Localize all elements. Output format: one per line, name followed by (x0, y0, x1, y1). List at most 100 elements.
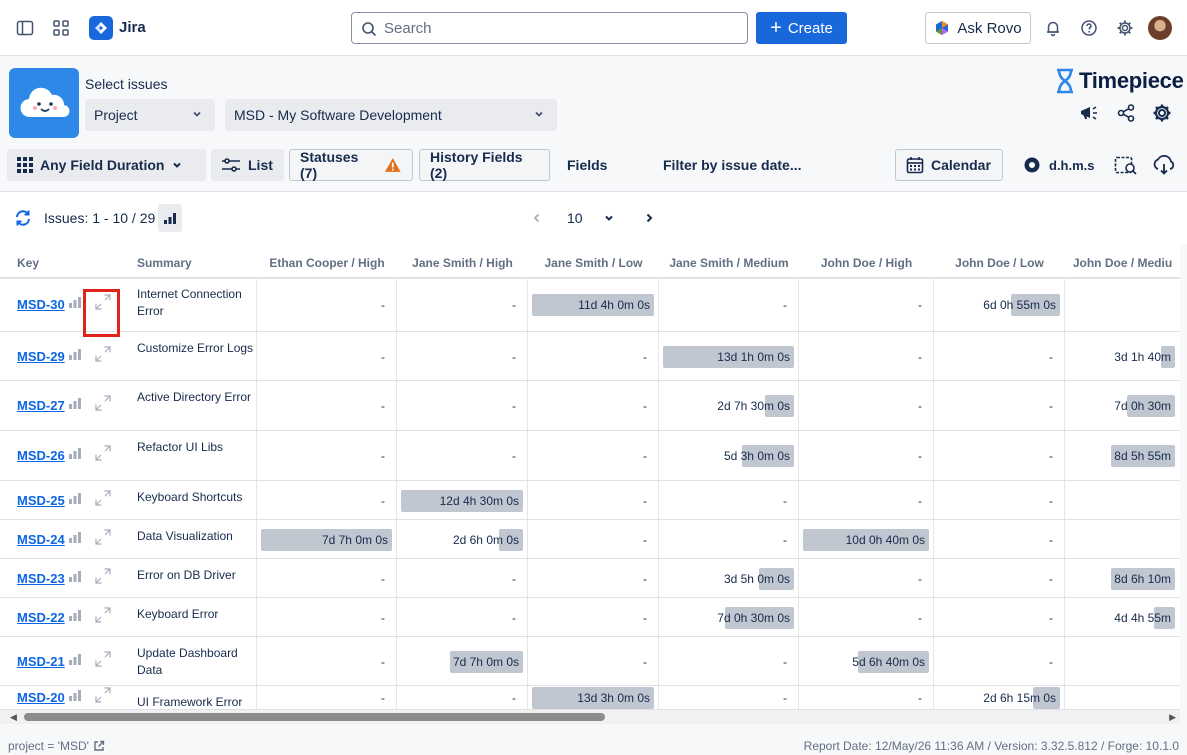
empty-duration-cell: - (512, 572, 516, 586)
column-header[interactable]: Jane Smith / Low (528, 256, 659, 276)
chevron-left-icon[interactable] (531, 212, 543, 224)
report-type-dropdown[interactable]: Any Field Duration (7, 149, 206, 181)
settings-gear-icon[interactable] (1113, 16, 1137, 40)
issue-key-link[interactable]: MSD-30 (17, 297, 65, 312)
app-switcher-icon[interactable] (49, 16, 73, 40)
issue-key-link[interactable]: MSD-22 (17, 610, 65, 625)
expand-icon[interactable] (94, 528, 112, 551)
list-view-button[interactable]: List (211, 149, 284, 181)
project-dropdown[interactable]: MSD - My Software Development (225, 99, 557, 131)
scroll-right-arrow-icon[interactable]: ▶ (1169, 712, 1176, 723)
bar-chart-icon[interactable] (68, 608, 82, 626)
column-header[interactable]: John Doe / Mediu (1065, 256, 1180, 276)
expand-icon[interactable] (94, 444, 112, 467)
issue-key-link[interactable]: MSD-21 (17, 654, 65, 669)
page-size-value[interactable]: 10 (567, 210, 583, 226)
history-fields-button[interactable]: History Fields (2) (419, 149, 550, 181)
issue-key-link[interactable]: MSD-25 (17, 493, 65, 508)
cloud-export-icon[interactable] (1142, 149, 1186, 181)
duration-value: 3d 5h 0m 0s (723, 572, 790, 586)
duration-cell: 8d 5h 55m (1069, 445, 1175, 467)
issue-key-link[interactable]: MSD-23 (17, 571, 65, 586)
column-divider (658, 598, 659, 636)
empty-duration-cell: - (643, 655, 647, 669)
external-link-icon[interactable] (93, 740, 105, 752)
expand-icon[interactable] (94, 489, 112, 512)
scroll-left-arrow-icon[interactable]: ◀ (10, 712, 17, 723)
statuses-button[interactable]: Statuses (7) (289, 149, 413, 181)
timepiece-logo: Timepiece (1054, 68, 1184, 94)
scrollbar-thumb[interactable] (24, 713, 605, 721)
column-divider (1064, 637, 1065, 685)
bar-chart-icon[interactable] (68, 530, 82, 548)
chart-toggle-button[interactable] (158, 204, 182, 232)
pagination-bar: Issues: 1 - 10 / 29 10 (0, 192, 1187, 244)
chevron-down-icon[interactable] (603, 212, 615, 224)
chevron-down-icon (173, 162, 182, 168)
create-button[interactable]: + Create (756, 12, 847, 44)
duration-cell: 4d 4h 55m (1069, 607, 1175, 629)
duration-cell: 13d 1h 0m 0s (663, 346, 794, 368)
issue-key-link[interactable]: MSD-24 (17, 532, 65, 547)
refresh-icon[interactable] (14, 209, 32, 227)
jira-logo-icon[interactable] (89, 16, 113, 40)
hourglass-icon (1057, 68, 1073, 94)
column-header[interactable]: Jane Smith / High (397, 256, 528, 276)
bar-chart-icon[interactable] (68, 688, 82, 706)
duration-value: 12d 4h 30m 0s (439, 494, 519, 508)
column-header[interactable]: John Doe / High (799, 256, 934, 276)
fields-button[interactable]: Fields (557, 149, 617, 181)
expand-icon[interactable] (94, 686, 112, 709)
column-header[interactable]: Key (17, 256, 39, 276)
duration-value: 7d 7h 0m 0s (321, 533, 388, 547)
bar-chart-icon[interactable] (68, 491, 82, 509)
column-header[interactable]: John Doe / Low (934, 256, 1065, 276)
expand-icon[interactable] (94, 345, 112, 368)
jql-query[interactable]: project = 'MSD' (8, 739, 105, 753)
column-divider (1064, 431, 1065, 480)
help-icon[interactable] (1077, 16, 1101, 40)
column-divider (1064, 520, 1065, 558)
column-header[interactable]: Jane Smith / Medium (659, 256, 799, 276)
issue-key-link[interactable]: MSD-20 (17, 690, 65, 705)
issue-key-link[interactable]: MSD-29 (17, 349, 65, 364)
bar-chart-icon[interactable] (68, 446, 82, 464)
issue-summary: Keyboard Shortcuts (137, 490, 243, 504)
app-name[interactable]: Jira (119, 19, 146, 36)
chevron-right-icon[interactable] (643, 212, 655, 224)
search-input[interactable]: Search (351, 12, 748, 44)
issue-key-link[interactable]: MSD-27 (17, 398, 65, 413)
bar-chart-icon[interactable] (68, 569, 82, 587)
app-settings-gear-icon[interactable] (1151, 102, 1173, 124)
ask-rovo-button[interactable]: Ask Rovo (925, 12, 1031, 44)
column-divider (798, 381, 799, 430)
expand-icon[interactable] (94, 394, 112, 417)
issue-key-link[interactable]: MSD-26 (17, 448, 65, 463)
jql-query-text: project = 'MSD' (8, 739, 89, 753)
filter-by-date-button[interactable]: Filter by issue date... (653, 149, 812, 181)
calendar-button[interactable]: Calendar (895, 149, 1003, 181)
expand-icon[interactable] (94, 567, 112, 590)
expand-icon[interactable] (94, 606, 112, 629)
issue-source-dropdown[interactable]: Project (85, 99, 215, 131)
column-divider (256, 332, 257, 380)
empty-duration-cell: - (512, 611, 516, 625)
bar-chart-icon[interactable] (68, 295, 82, 313)
bar-chart-icon[interactable] (68, 347, 82, 365)
column-divider (256, 381, 257, 430)
bar-chart-icon[interactable] (68, 396, 82, 414)
horizontal-scrollbar[interactable]: ◀ ▶ (0, 710, 1180, 724)
issues-count: Issues: 1 - 10 / 29 (44, 210, 156, 226)
sidebar-toggle-icon[interactable] (13, 16, 37, 40)
share-icon[interactable] (1115, 102, 1137, 124)
duration-format-button[interactable]: d.h.m.s (1012, 149, 1105, 181)
column-divider (798, 686, 799, 709)
column-header[interactable]: Ethan Cooper / High (257, 256, 397, 276)
bar-chart-icon[interactable] (68, 652, 82, 670)
notifications-bell-icon[interactable] (1041, 16, 1065, 40)
empty-duration-cell: - (918, 494, 922, 508)
user-avatar[interactable] (1148, 16, 1172, 40)
column-header[interactable]: Summary (137, 256, 192, 276)
megaphone-icon[interactable] (1078, 102, 1100, 124)
expand-icon[interactable] (94, 650, 112, 673)
